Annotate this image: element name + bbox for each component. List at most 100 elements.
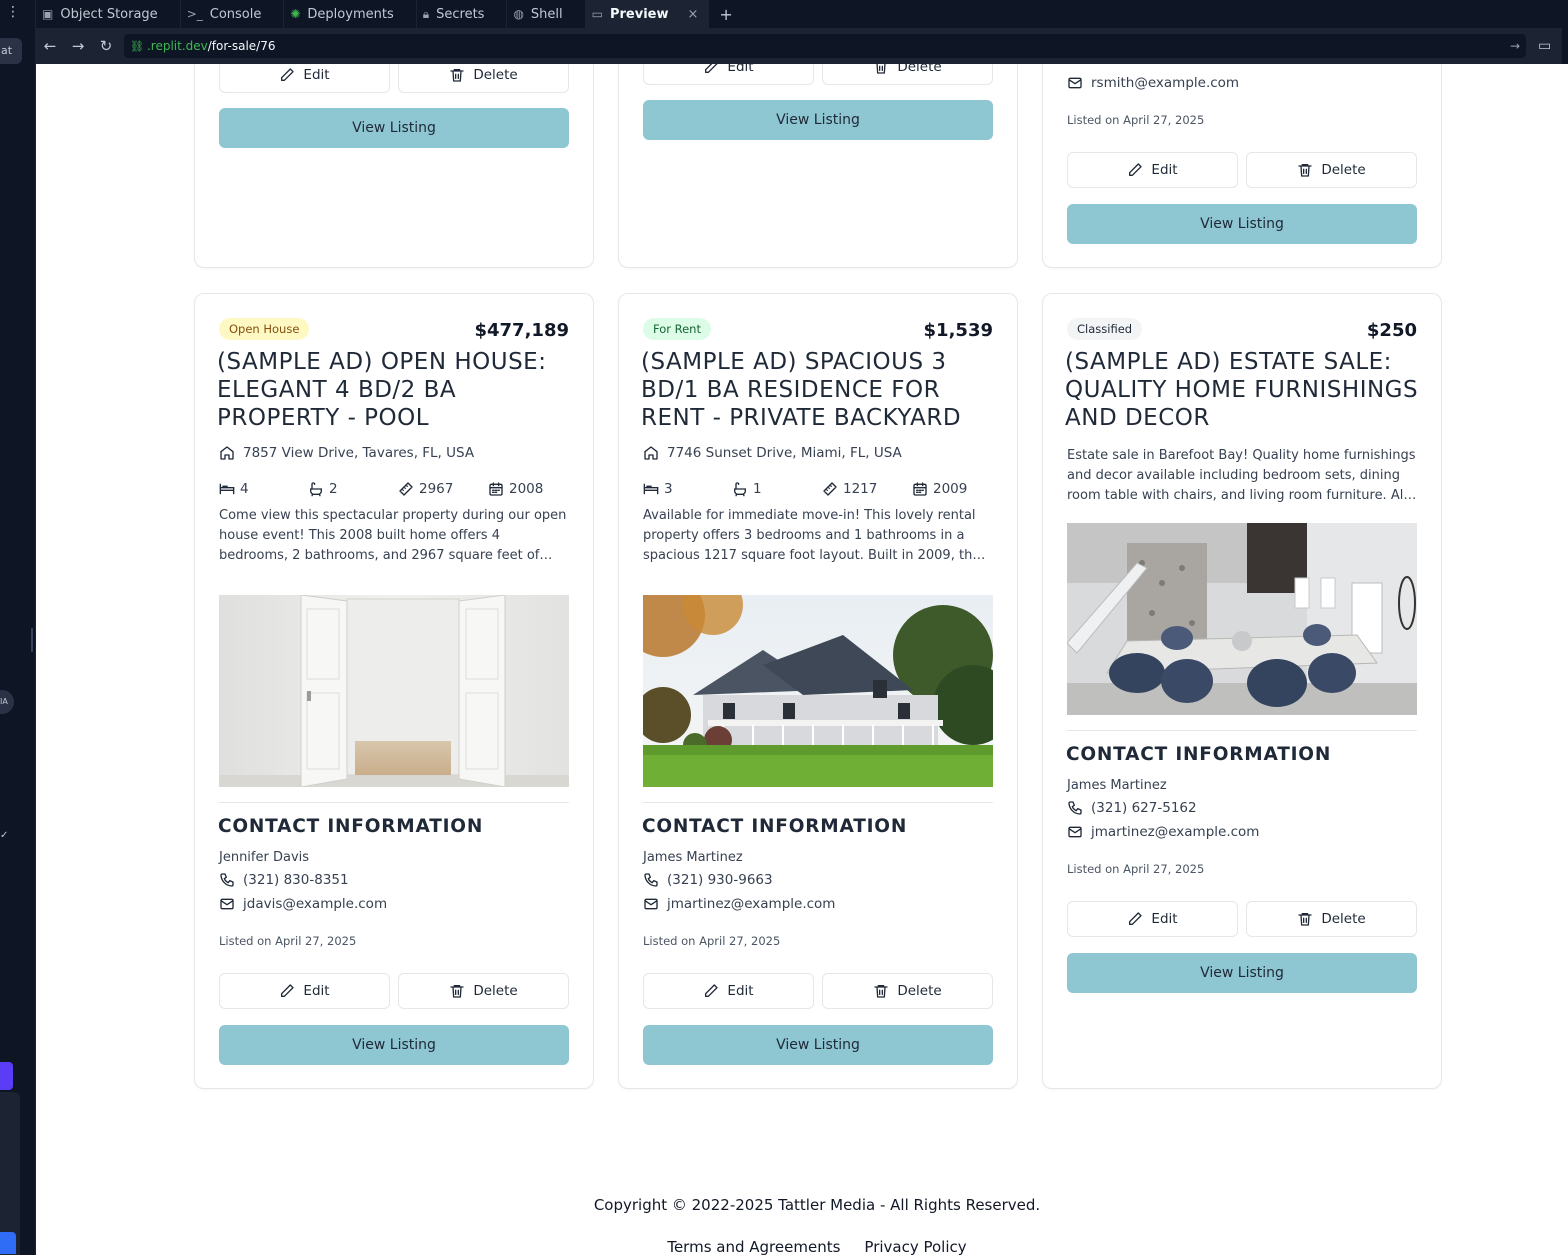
- listing-photo-dining-room[interactable]: [1067, 523, 1417, 715]
- delete-button[interactable]: Delete: [1246, 152, 1417, 188]
- pencil-icon: [279, 67, 295, 83]
- edit-label: Edit: [1151, 911, 1178, 927]
- delete-button[interactable]: Delete: [398, 973, 569, 1009]
- edit-label: Edit: [727, 983, 754, 999]
- view-listing-button[interactable]: View Listing: [219, 1025, 569, 1065]
- phone-text[interactable]: (321) 830-8351: [243, 872, 349, 888]
- phone-text[interactable]: (321) 627-5162: [1091, 800, 1197, 816]
- edit-label: Edit: [303, 67, 330, 83]
- privacy-link[interactable]: Privacy Policy: [864, 1238, 966, 1255]
- listed-date: Listed on April 27, 2025: [1067, 113, 1205, 127]
- devtools-icon[interactable]: ▭: [1538, 38, 1551, 54]
- delete-label: Delete: [1321, 911, 1366, 927]
- listing-title[interactable]: (Sample Ad) Estate Sale: Quality Home Fu…: [1065, 348, 1421, 432]
- listing-specs: 3 1 1217 2009: [643, 481, 993, 501]
- phone-icon: [1067, 800, 1083, 816]
- tab-shell[interactable]: ◍ Shell: [507, 0, 586, 28]
- email-text[interactable]: jdavis@example.com: [243, 896, 387, 912]
- edit-button[interactable]: Edit: [643, 973, 814, 1009]
- beds-value: 4: [240, 481, 249, 497]
- listing-photo-house[interactable]: [643, 595, 993, 787]
- edit-button[interactable]: Edit: [1067, 152, 1238, 188]
- check-icon: ✓: [0, 830, 9, 841]
- rail-blue-chip[interactable]: [0, 1232, 16, 1254]
- category-badge: Open House: [219, 318, 310, 340]
- listing-photo-open-doors[interactable]: [219, 595, 569, 787]
- terms-link[interactable]: Terms and Agreements: [667, 1238, 840, 1255]
- tab-deployments[interactable]: ✺ Deployments: [284, 0, 417, 28]
- email-text[interactable]: rsmith@example.com: [1091, 75, 1239, 91]
- tab-object-storage[interactable]: ▣ Object Storage: [36, 0, 181, 28]
- year-value: 2008: [509, 481, 544, 497]
- listing-card-for-rent: For Rent $1,539 (Sample Ad) Spacious 3 B…: [618, 293, 1018, 1089]
- contact-phone: (321) 627-5162: [1067, 800, 1197, 816]
- tab-secrets[interactable]: 🔒︎ Secrets: [417, 0, 508, 28]
- delete-button[interactable]: Delete: [822, 64, 993, 85]
- rail-purple-chip[interactable]: [0, 1062, 13, 1090]
- close-tab-icon[interactable]: ×: [688, 7, 699, 22]
- phone-icon: [643, 872, 659, 888]
- url-host: .replit.dev: [146, 39, 208, 53]
- tab-preview[interactable]: ▭ Preview ×: [585, 0, 710, 28]
- ruler-icon: [398, 481, 414, 497]
- tab-label: Object Storage: [60, 6, 158, 22]
- sqft-value: 1217: [843, 481, 878, 497]
- listing-title[interactable]: (Sample Ad) Open House: Elegant 4 BD/2 B…: [217, 348, 573, 432]
- phone-icon: [219, 872, 235, 888]
- address-bar-edge: [1562, 28, 1568, 64]
- more-vertical-icon[interactable]: ⋮: [6, 4, 20, 20]
- edit-button[interactable]: Edit: [219, 973, 390, 1009]
- add-tab-button[interactable]: +: [709, 0, 742, 28]
- view-listing-button[interactable]: View Listing: [1067, 204, 1417, 244]
- contact-heading: Contact Information: [642, 816, 908, 837]
- listing-title[interactable]: (Sample Ad) Spacious 3 BD/1 BA Residence…: [641, 348, 997, 432]
- pencil-icon: [1127, 162, 1143, 178]
- delete-button[interactable]: Delete: [822, 973, 993, 1009]
- view-listing-button[interactable]: View Listing: [643, 1025, 993, 1065]
- view-listing-button[interactable]: View Listing: [219, 108, 569, 148]
- tab-label: Deployments: [307, 6, 394, 22]
- edit-button[interactable]: Edit: [219, 64, 390, 93]
- email-text[interactable]: jmartinez@example.com: [667, 896, 835, 912]
- storage-icon: ▣: [42, 7, 54, 21]
- beds-spec: 3: [643, 481, 673, 497]
- listing-price: $250: [1366, 320, 1417, 341]
- deploy-icon: ✺: [290, 7, 301, 21]
- listing-price: $1,539: [923, 320, 993, 341]
- listed-date: Listed on April 27, 2025: [643, 934, 781, 948]
- pencil-icon: [703, 983, 719, 999]
- resize-handle[interactable]: [31, 628, 33, 652]
- edit-button[interactable]: Edit: [643, 64, 814, 85]
- open-external-arrow-icon[interactable]: →: [1510, 39, 1520, 53]
- mail-icon: [643, 896, 659, 912]
- trash-icon: [1297, 911, 1313, 927]
- forward-arrow-icon[interactable]: →: [64, 37, 92, 55]
- home-icon: [219, 445, 235, 461]
- tab-label: Secrets: [436, 6, 485, 22]
- section-divider: [1067, 730, 1417, 731]
- rail-avatar-chip[interactable]: IA: [0, 690, 14, 714]
- contact-email: rsmith@example.com: [1067, 75, 1239, 91]
- footer-copyright: Copyright © 2022-2025 Tattler Media - Al…: [593, 1196, 1041, 1214]
- edit-button[interactable]: Edit: [1067, 901, 1238, 937]
- contact-name: James Martinez: [643, 850, 743, 865]
- delete-button[interactable]: Delete: [398, 64, 569, 93]
- view-listing-button[interactable]: View Listing: [1067, 953, 1417, 993]
- back-arrow-icon[interactable]: ←: [36, 37, 64, 55]
- shell-icon: ◍: [513, 7, 524, 21]
- url-input[interactable]: ⛓ .replit.dev /for-sale/76 →: [124, 34, 1526, 58]
- sqft-spec: 1217: [822, 481, 877, 497]
- view-listing-button[interactable]: View Listing: [643, 100, 993, 140]
- ide-tab-bar: ▣ Object Storage >_ Console ✺ Deployment…: [36, 0, 1568, 28]
- rail-chip[interactable]: at: [0, 38, 22, 64]
- contact-email: jdavis@example.com: [219, 896, 387, 912]
- listing-price: $477,189: [474, 320, 569, 341]
- listing-card-top-3: rsmith@example.com Listed on April 27, 2…: [1042, 64, 1442, 268]
- phone-text[interactable]: (321) 930-9663: [667, 872, 773, 888]
- edit-label: Edit: [1151, 162, 1178, 178]
- delete-label: Delete: [897, 64, 942, 75]
- tab-console[interactable]: >_ Console: [181, 0, 285, 28]
- delete-button[interactable]: Delete: [1246, 901, 1417, 937]
- reload-icon[interactable]: ↻: [92, 37, 120, 55]
- email-text[interactable]: jmartinez@example.com: [1091, 824, 1259, 840]
